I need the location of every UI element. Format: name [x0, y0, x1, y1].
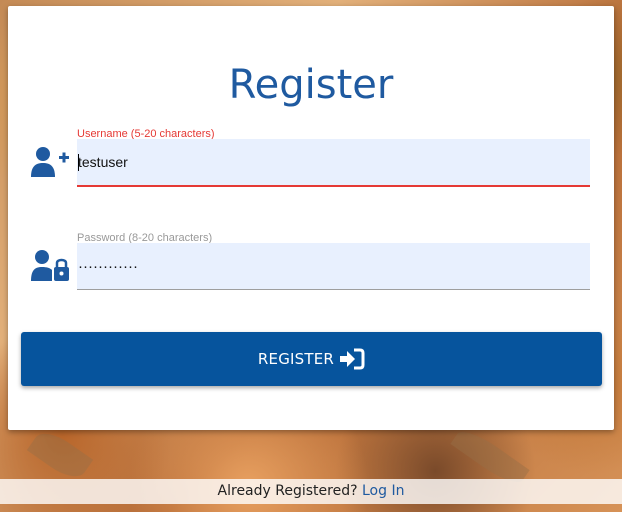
user-lock-icon: [31, 249, 71, 288]
sign-in-icon: [339, 348, 365, 370]
register-button-label: REGISTER: [257, 350, 335, 368]
password-input[interactable]: [78, 243, 578, 289]
page-title: Register: [228, 62, 394, 108]
login-link[interactable]: Log In: [362, 483, 404, 499]
background-leaf: [26, 425, 94, 485]
username-input[interactable]: [78, 139, 578, 185]
footer-text: Already Registered?: [217, 483, 358, 499]
username-input-box[interactable]: [77, 139, 590, 187]
password-input-box[interactable]: [77, 243, 590, 290]
footer-bar: Already Registered? Log In: [0, 479, 622, 504]
password-field: Password (8-20 characters): [77, 232, 590, 292]
username-field: Username (5-20 characters): [77, 128, 590, 188]
register-button[interactable]: REGISTER: [21, 332, 602, 386]
register-card: Register Username (5-20 characters) Pass…: [8, 6, 614, 430]
text-caret: [78, 154, 79, 171]
user-plus-icon: [30, 146, 70, 183]
